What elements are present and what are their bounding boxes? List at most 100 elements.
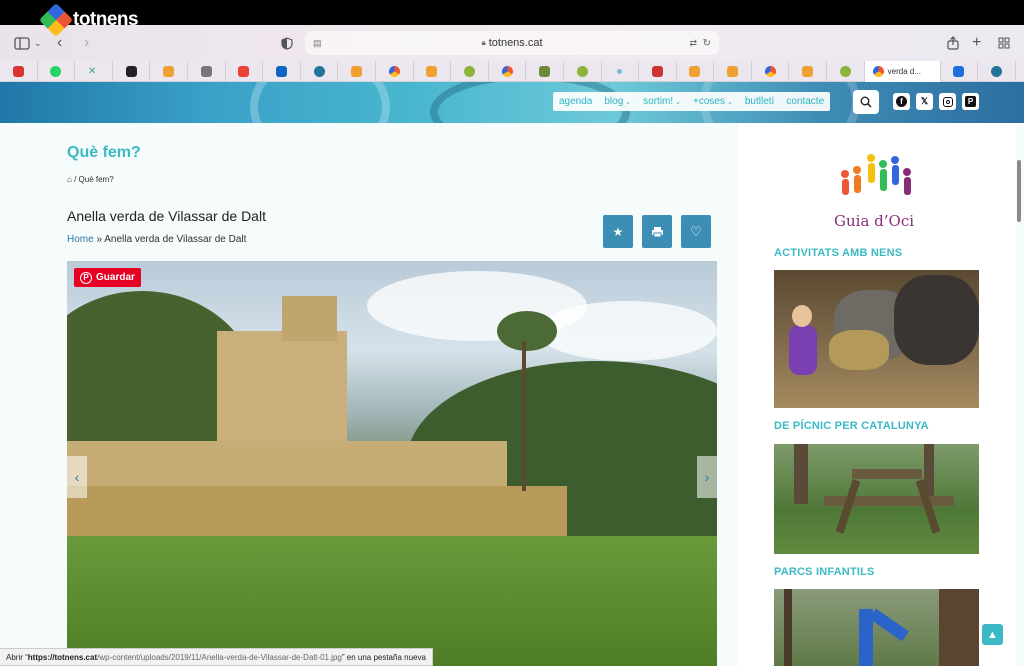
prev-image-button[interactable]: ‹ bbox=[67, 456, 87, 498]
tab[interactable]: ✕ bbox=[75, 61, 113, 82]
nav-agenda[interactable]: agenda bbox=[553, 92, 598, 111]
lock-icon: 🔒︎ bbox=[481, 38, 486, 47]
status-url-path: /wp-content/uploads/2019/11/Anella-verda… bbox=[97, 652, 342, 662]
nav-label: sortim! bbox=[643, 96, 674, 107]
post-image[interactable] bbox=[67, 261, 717, 666]
tab[interactable] bbox=[489, 61, 527, 82]
tab[interactable] bbox=[376, 61, 414, 82]
share-icon[interactable] bbox=[947, 33, 959, 53]
nav-label: contacte bbox=[786, 96, 825, 107]
favicon-icon bbox=[200, 66, 212, 77]
tab[interactable] bbox=[451, 61, 489, 82]
shield-icon[interactable] bbox=[281, 33, 293, 53]
favicon-icon bbox=[617, 69, 623, 74]
forward-icon[interactable]: › bbox=[84, 33, 89, 53]
favicon-icon bbox=[388, 66, 400, 77]
tab[interactable] bbox=[564, 61, 602, 82]
translate-icon[interactable]: ⇄ bbox=[689, 38, 697, 49]
tab[interactable] bbox=[113, 61, 151, 82]
logo-text: totnens bbox=[73, 9, 139, 30]
wordpress-icon bbox=[991, 66, 1003, 77]
tab[interactable] bbox=[789, 61, 828, 82]
new-tab-icon[interactable]: + bbox=[972, 33, 981, 53]
tab[interactable] bbox=[714, 61, 752, 82]
post-breadcrumb: Home » Anella verda de Vilassar de Dalt bbox=[67, 234, 246, 245]
nav-blog[interactable]: blog ⌄ bbox=[598, 92, 637, 111]
nav-label: butlletí bbox=[744, 96, 775, 107]
nav-coses[interactable]: +coses ⌄ bbox=[687, 92, 739, 111]
address-bar[interactable]: ▤ 🔒︎ totnens.cat ⇄ ↻ bbox=[305, 31, 719, 55]
breadcrumb-separator: » bbox=[96, 234, 103, 245]
x-icon[interactable]: 𝕏 bbox=[916, 93, 933, 110]
totnens-icon bbox=[689, 66, 701, 77]
tab[interactable] bbox=[188, 61, 226, 82]
logo-icon bbox=[39, 3, 73, 37]
chevron-down-icon[interactable]: ⌄ bbox=[34, 33, 42, 53]
nav-butlleti[interactable]: butlletí bbox=[739, 92, 780, 111]
scrollbar[interactable] bbox=[1017, 160, 1021, 222]
favicon-icon bbox=[764, 66, 776, 77]
tab[interactable] bbox=[941, 61, 979, 82]
pinterest-icon[interactable]: P bbox=[962, 93, 979, 110]
favicon-icon bbox=[12, 66, 24, 77]
sidebar-heading-picnic[interactable]: DE PÍCNIC PER CATALUNYA bbox=[774, 420, 929, 432]
nav-contacte[interactable]: contacte bbox=[780, 92, 830, 111]
pinterest-icon: P bbox=[80, 271, 92, 284]
favicon-icon bbox=[839, 66, 851, 77]
nav-sortim[interactable]: sortim! ⌄ bbox=[637, 92, 687, 111]
sidebar-heading-parcs[interactable]: PARCS INFANTILS bbox=[774, 566, 875, 578]
print-button[interactable] bbox=[642, 215, 672, 248]
sidebar-heading-activitats[interactable]: ACTIVITATS AMB NENS bbox=[774, 247, 902, 259]
tab[interactable] bbox=[301, 61, 339, 82]
tab-title: verda d... bbox=[887, 67, 922, 76]
favorite-button[interactable]: ★ bbox=[603, 215, 633, 248]
breadcrumb-home-link[interactable]: Home bbox=[67, 234, 94, 245]
tab[interactable] bbox=[602, 61, 640, 82]
next-image-button[interactable]: › bbox=[697, 456, 717, 498]
guia-oci-text: Guia d’Oci bbox=[834, 212, 915, 230]
tab[interactable] bbox=[978, 61, 1016, 82]
tab[interactable] bbox=[526, 61, 564, 82]
tab[interactable] bbox=[414, 61, 452, 82]
totnens-icon bbox=[426, 66, 438, 77]
status-bar: Abrir “ https://totnens.cat /wp-content/… bbox=[0, 648, 433, 666]
instagram-icon[interactable] bbox=[939, 93, 956, 110]
activitats-image[interactable] bbox=[774, 270, 979, 408]
pinterest-save-button[interactable]: P Guardar bbox=[74, 268, 141, 287]
star-icon: ★ bbox=[612, 224, 624, 239]
home-icon[interactable]: ⌂ bbox=[67, 175, 72, 184]
tab[interactable] bbox=[639, 61, 677, 82]
site-logo[interactable]: totnens bbox=[39, 3, 139, 37]
pin-label: Guardar bbox=[96, 272, 135, 283]
tab[interactable] bbox=[0, 61, 38, 82]
chevron-down-icon: ⌄ bbox=[727, 98, 733, 106]
main-nav: agenda blog ⌄ sortim! ⌄ +coses ⌄ butlletí c… bbox=[553, 92, 831, 111]
favicon-icon bbox=[651, 66, 663, 77]
back-to-top-button[interactable]: ▲ bbox=[982, 624, 1003, 645]
tab[interactable] bbox=[677, 61, 715, 82]
picnic-image[interactable] bbox=[774, 444, 979, 554]
tab[interactable] bbox=[150, 61, 188, 82]
chevron-right-icon: › bbox=[704, 469, 710, 485]
tab-active[interactable]: verda d... bbox=[864, 61, 941, 82]
nav-label: agenda bbox=[559, 96, 593, 107]
page-icon: ▤ bbox=[313, 37, 322, 48]
facebook-icon[interactable]: f bbox=[893, 93, 910, 110]
sidebar-toggle-icon[interactable] bbox=[14, 33, 30, 53]
tab[interactable] bbox=[752, 61, 790, 82]
tab[interactable] bbox=[338, 61, 376, 82]
tab-overview-icon[interactable] bbox=[998, 33, 1010, 53]
chevron-left-icon: ‹ bbox=[74, 469, 80, 485]
parcs-image[interactable] bbox=[774, 589, 979, 666]
back-icon[interactable]: ‹ bbox=[57, 33, 62, 53]
reload-icon[interactable]: ↻ bbox=[703, 38, 711, 49]
favicon-icon bbox=[539, 66, 551, 77]
tab[interactable] bbox=[226, 61, 264, 82]
chevron-down-icon: ⌄ bbox=[625, 98, 632, 106]
tab[interactable] bbox=[263, 61, 301, 82]
tab[interactable] bbox=[827, 61, 865, 82]
search-button[interactable] bbox=[853, 90, 879, 114]
post-title: Anella verda de Vilassar de Dalt bbox=[67, 208, 266, 224]
like-button[interactable]: ♡ bbox=[681, 215, 711, 248]
tab[interactable] bbox=[38, 61, 76, 82]
